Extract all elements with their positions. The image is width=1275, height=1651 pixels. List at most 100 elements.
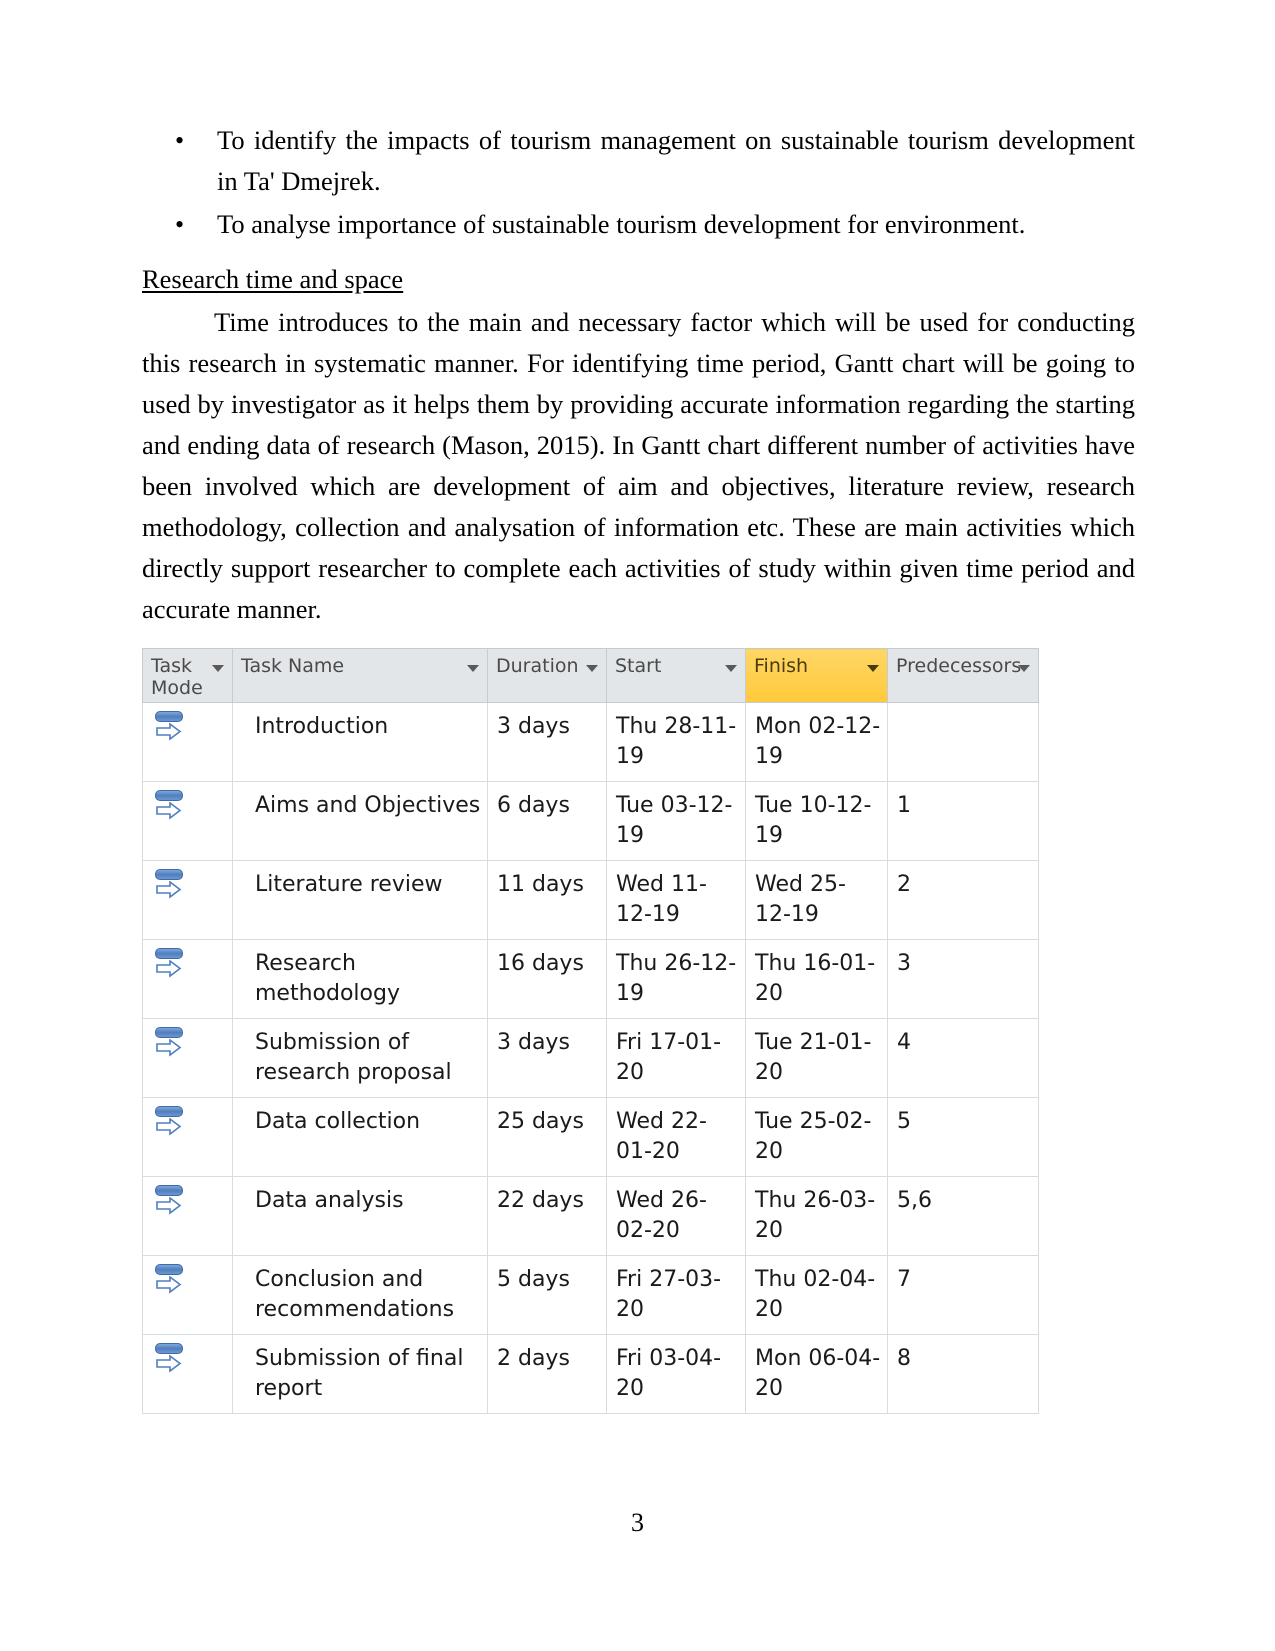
filter-dropdown-icon[interactable] (467, 665, 479, 672)
cell-task-name[interactable]: Data collection (232, 1097, 488, 1177)
cell-duration[interactable]: 3 days (487, 702, 607, 782)
cell-task-mode[interactable] (142, 1018, 233, 1098)
cell-finish[interactable]: Tue 25-02-20 (745, 1097, 888, 1177)
cell-task-mode[interactable] (142, 781, 233, 861)
table-row[interactable]: Introduction 3 days Thu 28-11-19 Mon 02-12-… (142, 702, 1039, 782)
cell-predecessors[interactable]: 7 (887, 1255, 1039, 1335)
cell-start[interactable]: Fri 17-01-20 (606, 1018, 746, 1098)
cell-task-mode[interactable] (142, 1176, 233, 1256)
column-header-finish[interactable]: Finish (745, 648, 888, 703)
cell-duration[interactable]: 11 days (487, 860, 607, 940)
cell-task-mode[interactable] (142, 860, 233, 940)
cell-predecessors[interactable]: 8 (887, 1334, 1039, 1414)
cell-start[interactable]: Fri 03-04-20 (606, 1334, 746, 1414)
cell-task-mode[interactable] (142, 1097, 233, 1177)
cell-start[interactable]: Tue 03-12-19 (606, 781, 746, 861)
cell-finish[interactable]: Wed 25-12-19 (745, 860, 888, 940)
cell-predecessors[interactable]: 1 (887, 781, 1039, 861)
cell-task-mode[interactable] (142, 939, 233, 1019)
column-header-start[interactable]: Start (606, 648, 746, 703)
cell-start[interactable]: Fri 27-03-20 (606, 1255, 746, 1335)
table-row[interactable]: Submission of final report 2 days Fri 03-0… (142, 1334, 1039, 1414)
cell-predecessors[interactable]: 5,6 (887, 1176, 1039, 1256)
table-row[interactable]: Aims and Objectives 6 days Tue 03-12-19 Tue… (142, 781, 1039, 861)
cell-finish[interactable]: Thu 16-01-20 (745, 939, 888, 1019)
arrow-right-icon (156, 723, 182, 741)
cell-finish[interactable]: Thu 26-03-20 (745, 1176, 888, 1256)
table-row[interactable]: Conclusion and recommendations 5 days Fri … (142, 1255, 1039, 1335)
cell-finish[interactable]: Mon 02-12-19 (745, 702, 888, 782)
arrow-right-icon (156, 881, 182, 899)
cell-predecessors[interactable]: 5 (887, 1097, 1039, 1177)
cell-duration[interactable]: 5 days (487, 1255, 607, 1335)
filter-dropdown-icon[interactable] (725, 665, 737, 672)
cell-finish[interactable]: Tue 21-01-20 (745, 1018, 888, 1098)
cell-task-mode[interactable] (142, 1334, 233, 1414)
cell-finish[interactable]: Tue 10-12-19 (745, 781, 888, 861)
cell-duration[interactable]: 6 days (487, 781, 607, 861)
cell-start[interactable]: Wed 11-12-19 (606, 860, 746, 940)
schedule-bar-icon (155, 1027, 183, 1038)
cell-predecessors[interactable] (887, 702, 1039, 782)
auto-schedule-icon[interactable] (153, 1104, 189, 1138)
cell-task-mode[interactable] (142, 702, 233, 782)
auto-schedule-icon[interactable] (153, 1341, 189, 1375)
cell-start[interactable]: Thu 28-11-19 (606, 702, 746, 782)
cell-task-name[interactable]: Introduction (232, 702, 488, 782)
objective-text: To identify the impacts of tourism manag… (217, 125, 1135, 196)
filter-dropdown-icon[interactable] (1018, 665, 1030, 672)
column-header-predecessors[interactable]: Predecessors (887, 648, 1039, 703)
column-header-duration[interactable]: Duration (487, 648, 607, 703)
page-number: 3 (631, 1508, 644, 1537)
bullet-glyph: • (175, 126, 185, 155)
auto-schedule-icon[interactable] (153, 1262, 189, 1296)
cell-task-name[interactable]: Conclusion and recommendations (232, 1255, 488, 1335)
auto-schedule-icon[interactable] (153, 1183, 189, 1217)
arrow-right-icon (156, 1197, 182, 1215)
cell-task-name[interactable]: Data analysis (232, 1176, 488, 1256)
cell-duration[interactable]: 16 days (487, 939, 607, 1019)
table-row[interactable]: Data analysis 22 days Wed 26-02-20 Thu 26-0… (142, 1176, 1039, 1256)
cell-start[interactable]: Wed 26-02-20 (606, 1176, 746, 1256)
schedule-bar-icon (155, 869, 183, 880)
cell-finish[interactable]: Mon 06-04-20 (745, 1334, 888, 1414)
table-row[interactable]: Submission of research proposal 3 days Fri… (142, 1018, 1039, 1098)
cell-predecessors[interactable]: 3 (887, 939, 1039, 1019)
cell-predecessors[interactable]: 2 (887, 860, 1039, 940)
schedule-bar-icon (155, 1185, 183, 1196)
arrow-right-icon (156, 1039, 182, 1057)
auto-schedule-icon[interactable] (153, 867, 189, 901)
column-header-label: Finish (754, 655, 809, 677)
cell-task-name[interactable]: Submission of research proposal (232, 1018, 488, 1098)
cell-task-name[interactable]: Aims and Objectives (232, 781, 488, 861)
cell-duration[interactable]: 25 days (487, 1097, 607, 1177)
column-header-task-mode[interactable]: Task Mode (142, 648, 233, 703)
column-header-label: Task Mode (151, 655, 203, 699)
filter-dropdown-icon[interactable] (586, 665, 598, 672)
cell-task-mode[interactable] (142, 1255, 233, 1335)
table-row[interactable]: Research methodology 16 days Thu 26-12-19 T… (142, 939, 1039, 1019)
cell-duration[interactable]: 2 days (487, 1334, 607, 1414)
cell-start[interactable]: Thu 26-12-19 (606, 939, 746, 1019)
auto-schedule-icon[interactable] (153, 946, 189, 980)
filter-dropdown-icon[interactable] (867, 665, 879, 672)
filter-dropdown-icon[interactable] (212, 665, 224, 672)
cell-predecessors[interactable]: 4 (887, 1018, 1039, 1098)
cell-start[interactable]: Wed 22-01-20 (606, 1097, 746, 1177)
cell-finish[interactable]: Thu 02-04-20 (745, 1255, 888, 1335)
cell-duration[interactable]: 22 days (487, 1176, 607, 1256)
auto-schedule-icon[interactable] (153, 788, 189, 822)
cell-task-name[interactable]: Literature review (232, 860, 488, 940)
auto-schedule-icon[interactable] (153, 1025, 189, 1059)
arrow-right-icon (156, 1118, 182, 1136)
column-header-task-name[interactable]: Task Name (232, 648, 488, 703)
auto-schedule-icon[interactable] (153, 709, 189, 743)
table-row[interactable]: Data collection 25 days Wed 22-01-20 Tue 25… (142, 1097, 1039, 1177)
arrow-right-icon (156, 960, 182, 978)
column-header-label: Duration (496, 655, 579, 677)
cell-task-name[interactable]: Submission of final report (232, 1334, 488, 1414)
table-row[interactable]: Literature review 11 days Wed 11-12-19 Wed … (142, 860, 1039, 940)
schedule-bar-icon (155, 1106, 183, 1117)
cell-duration[interactable]: 3 days (487, 1018, 607, 1098)
cell-task-name[interactable]: Research methodology (232, 939, 488, 1019)
